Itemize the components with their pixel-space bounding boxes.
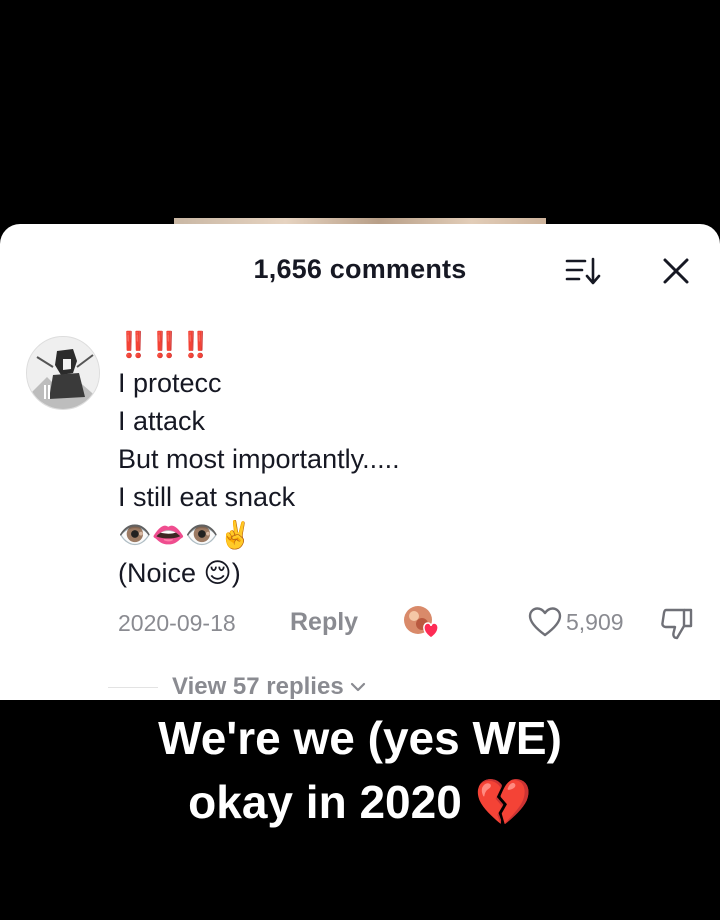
relieved-face-emoji: 😌 bbox=[203, 558, 232, 588]
comment-meta-row: 2020-09-18 Reply 5,909 bbox=[118, 604, 698, 644]
replies-divider bbox=[108, 686, 158, 688]
thumbs-down-icon[interactable] bbox=[658, 606, 696, 640]
chevron-down-icon bbox=[350, 682, 365, 692]
comment-emoji-top: ‼️‼️‼️ bbox=[118, 326, 678, 364]
reply-button[interactable]: Reply bbox=[290, 608, 358, 637]
caption-line-2: okay in 2020 💔 bbox=[0, 770, 720, 834]
comment-line-last: (Noice 😌) bbox=[118, 554, 678, 592]
comment-last-suffix: ) bbox=[231, 558, 241, 588]
view-replies-label: View 57 replies bbox=[172, 673, 344, 700]
sort-icon[interactable] bbox=[565, 256, 601, 286]
close-icon[interactable] bbox=[662, 257, 690, 285]
comment-last-prefix: (Noice bbox=[118, 558, 204, 588]
view-replies-row[interactable]: View 57 replies bbox=[108, 670, 366, 700]
like-button[interactable]: 5,909 bbox=[528, 606, 624, 638]
video-caption: We're we (yes WE) okay in 2020 💔 bbox=[0, 706, 720, 834]
comment-line-2: I attack bbox=[118, 406, 206, 436]
caption-line-2-text: okay in 2020 bbox=[188, 776, 462, 828]
avatar[interactable] bbox=[26, 336, 100, 410]
creator-heart-icon bbox=[404, 606, 439, 639]
comment-text: ‼️‼️‼️ I protecc I attack But most impor… bbox=[118, 326, 678, 592]
double-exclamation-emojis: ‼️‼️‼️ bbox=[118, 331, 212, 359]
comments-count-title: 1,656 comments bbox=[253, 254, 467, 284]
avatar-illustration bbox=[27, 337, 99, 409]
comment-line-1: I protecc bbox=[118, 368, 222, 398]
caption-line-1: We're we (yes WE) bbox=[158, 712, 562, 764]
broken-heart-emoji: 💔 bbox=[474, 776, 532, 828]
like-count: 5,909 bbox=[566, 608, 624, 635]
comment-line-4: I still eat snack bbox=[118, 482, 296, 512]
comment-date: 2020-09-18 bbox=[118, 610, 236, 636]
comment-line-3: But most importantly..... bbox=[118, 444, 400, 474]
view-replies-button[interactable]: View 57 replies bbox=[172, 673, 366, 700]
comment-emoji-row: 👁️👄👁️✌️ bbox=[118, 520, 253, 550]
heart-outline-icon bbox=[528, 607, 562, 637]
comments-sheet: 1,656 comments ‼️‼️‼️ I protecc I attack… bbox=[0, 224, 720, 700]
